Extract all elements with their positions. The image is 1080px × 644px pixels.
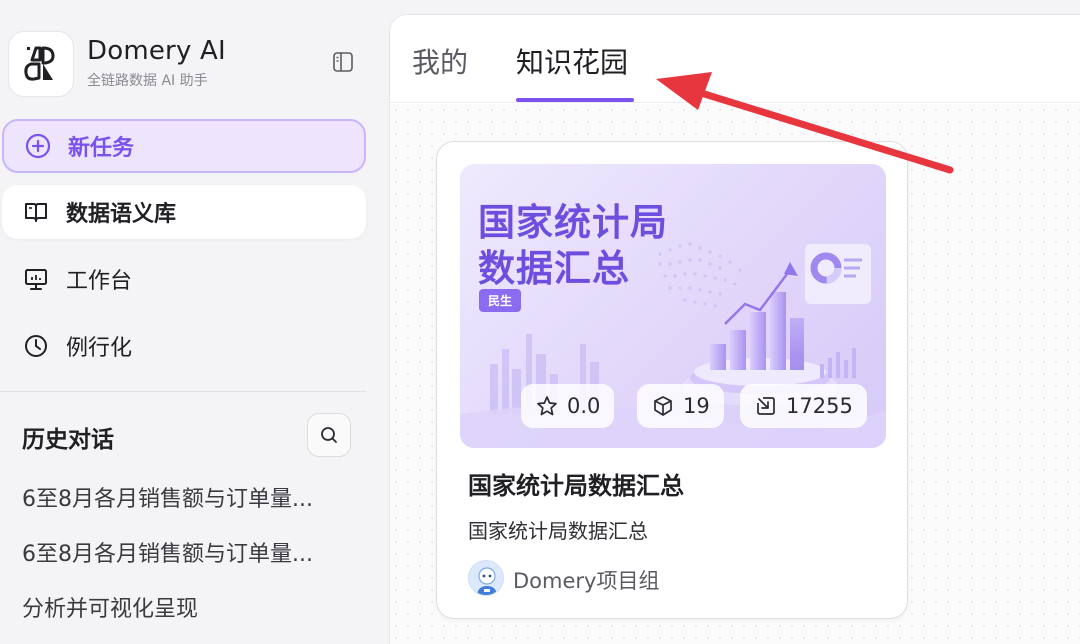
cover-title-line2: 数据汇总 — [478, 247, 630, 290]
star-icon — [535, 394, 559, 418]
clock-icon — [22, 332, 50, 360]
brand-subtitle: 全链路数据 AI 助手 — [87, 73, 208, 89]
import-icon — [754, 394, 778, 418]
sidebar-toggle-button[interactable] — [330, 49, 356, 75]
presentation-board-icon — [22, 265, 50, 293]
tab-knowledge-garden[interactable]: 知识花园 — [516, 41, 628, 81]
butterfly-logo-icon — [24, 46, 55, 81]
active-tab-indicator — [516, 98, 634, 102]
item-count-value: 19 — [683, 394, 710, 418]
tabs-bar: 我的 知识花园 — [390, 15, 1080, 103]
card-title: 国家统计局数据汇总 — [468, 472, 684, 500]
main-panel: 我的 知识花园 国家统计局 数据汇总 民生 0.0 19 17255 国家统计局… — [389, 14, 1080, 644]
history-title: 历史对话 — [22, 427, 114, 453]
usage-count-stat: 17255 — [740, 384, 867, 428]
robot-avatar-icon — [477, 567, 497, 595]
sidebar-item-routine[interactable]: 例行化 — [2, 319, 366, 373]
cube-icon — [651, 394, 675, 418]
author-avatar — [468, 560, 504, 596]
history-item[interactable]: 分析并可视化呈现 — [22, 591, 198, 623]
sidebar-item-label: 工作台 — [66, 269, 133, 294]
card-cover-image: 国家统计局 数据汇总 民生 0.0 19 17255 — [460, 164, 886, 448]
sidebar-item-label: 例行化 — [66, 336, 133, 361]
card-description: 国家统计局数据汇总 — [468, 519, 648, 543]
sidebar-toggle-icon — [333, 52, 353, 72]
sidebar: Domery AI 全链路数据 AI 助手 新任务 数据语义库 工作台 例行化 — [0, 0, 388, 644]
plus-circle-icon — [24, 132, 52, 160]
sidebar-item-workbench[interactable]: 工作台 — [2, 252, 366, 306]
history-item[interactable]: 6至8月各月销售额与订单量... — [22, 536, 313, 568]
brand-logo[interactable] — [8, 31, 74, 97]
author-name: Domery项目组 — [513, 569, 660, 593]
brand-name: Domery AI — [87, 36, 226, 66]
search-icon — [321, 427, 337, 443]
rating-stat: 0.0 — [521, 384, 615, 428]
rating-value: 0.0 — [567, 394, 601, 418]
history-item[interactable]: 6至8月各月销售额与订单量... — [22, 481, 313, 513]
history-search-button[interactable] — [307, 413, 351, 457]
tab-mine[interactable]: 我的 — [412, 41, 468, 81]
usage-count-value: 17255 — [786, 394, 853, 418]
item-count-stat: 19 — [637, 384, 724, 428]
new-task-button[interactable]: 新任务 — [2, 119, 366, 173]
book-icon — [22, 198, 50, 226]
new-task-label: 新任务 — [68, 136, 135, 161]
sidebar-item-label: 数据语义库 — [66, 202, 177, 227]
sidebar-divider — [0, 391, 366, 392]
cover-category-tag: 民生 — [479, 289, 522, 312]
knowledge-card[interactable]: 国家统计局 数据汇总 民生 0.0 19 17255 国家统计局数据汇总 国家统… — [436, 141, 908, 619]
sidebar-item-data-library[interactable]: 数据语义库 — [2, 185, 366, 239]
